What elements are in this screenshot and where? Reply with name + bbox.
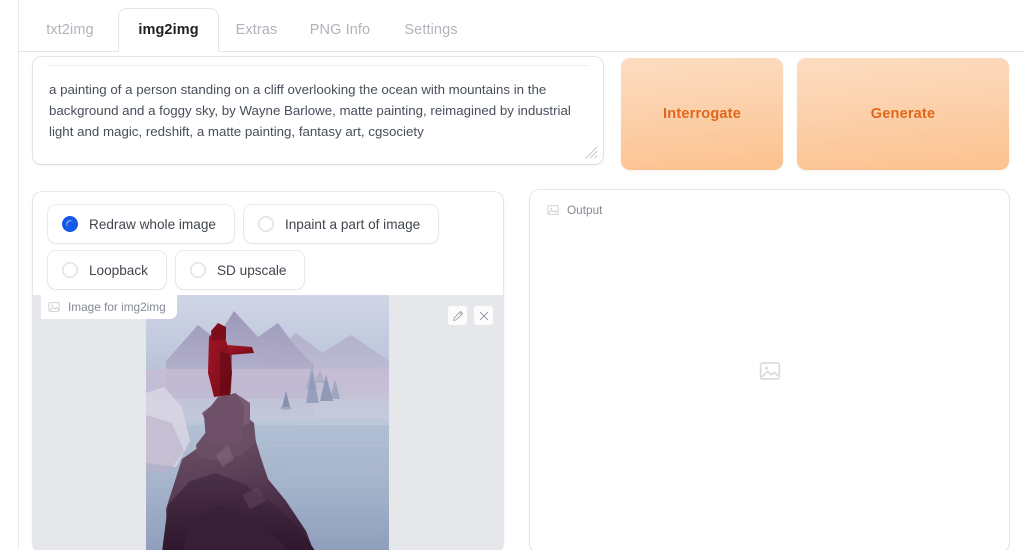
output-panel-tag: Output bbox=[540, 198, 614, 222]
tab-extras[interactable]: Extras bbox=[221, 8, 292, 52]
img2img-thumbnail bbox=[146, 295, 389, 550]
pencil-icon bbox=[452, 310, 463, 321]
mode-radio-group: Redraw whole image Inpaint a part of ima… bbox=[48, 205, 488, 297]
radio-label: Inpaint a part of image bbox=[284, 216, 421, 232]
tab-settings[interactable]: Settings bbox=[388, 8, 474, 52]
prompt-text[interactable]: a painting of a person standing on a cli… bbox=[49, 79, 585, 142]
resize-grip-icon[interactable] bbox=[585, 146, 598, 159]
generate-button[interactable]: Generate bbox=[797, 58, 1009, 170]
prompt-textarea[interactable]: a painting of a person standing on a cli… bbox=[33, 57, 603, 164]
mode-radio-row-2: Loopback SD upscale bbox=[48, 251, 488, 289]
image-icon bbox=[48, 302, 60, 312]
radio-label: Redraw whole image bbox=[89, 216, 216, 232]
close-icon bbox=[479, 311, 488, 320]
prompt-top-divider bbox=[47, 65, 589, 66]
input-panel-tag: Image for img2img bbox=[41, 295, 177, 319]
input-panel-tag-label: Image for img2img bbox=[68, 300, 166, 314]
radio-sd-upscale[interactable]: SD upscale bbox=[175, 251, 305, 289]
app-root: txt2img img2img Extras PNG Info Settings… bbox=[0, 0, 1024, 550]
radio-dot-icon bbox=[62, 262, 78, 278]
radio-redraw-whole-image[interactable]: Redraw whole image bbox=[48, 205, 234, 243]
page-left-rail bbox=[18, 0, 19, 550]
tab-bar: txt2img img2img Extras PNG Info Settings bbox=[18, 0, 1024, 52]
image-placeholder-icon bbox=[759, 362, 780, 380]
radio-dot-icon bbox=[189, 262, 206, 278]
mode-radio-row-1: Redraw whole image Inpaint a part of ima… bbox=[48, 205, 488, 243]
img2img-thumbnail-wrapper[interactable] bbox=[146, 295, 389, 550]
img2img-image-dropzone[interactable]: Image for img2img bbox=[33, 295, 503, 550]
radio-dot-icon bbox=[62, 216, 78, 232]
radio-inpaint-part-of-image[interactable]: Inpaint a part of image bbox=[243, 205, 439, 243]
image-icon bbox=[547, 205, 559, 215]
tab-txt2img[interactable]: txt2img bbox=[30, 8, 110, 52]
output-placeholder-area bbox=[530, 190, 1009, 550]
radio-loopback[interactable]: Loopback bbox=[48, 251, 166, 289]
interrogate-button[interactable]: Interrogate bbox=[621, 58, 783, 170]
remove-image-button[interactable] bbox=[473, 305, 494, 326]
output-panel: Output bbox=[530, 190, 1009, 550]
img2img-input-panel: Redraw whole image Inpaint a part of ima… bbox=[33, 192, 503, 550]
image-tool-buttons bbox=[447, 305, 494, 326]
tab-img2img[interactable]: img2img bbox=[118, 8, 219, 52]
radio-label: Loopback bbox=[89, 262, 148, 278]
radio-label: SD upscale bbox=[216, 262, 287, 278]
output-panel-tag-label: Output bbox=[567, 203, 603, 217]
edit-image-button[interactable] bbox=[447, 305, 468, 326]
tab-png-info[interactable]: PNG Info bbox=[295, 8, 385, 52]
radio-dot-icon bbox=[257, 216, 274, 232]
